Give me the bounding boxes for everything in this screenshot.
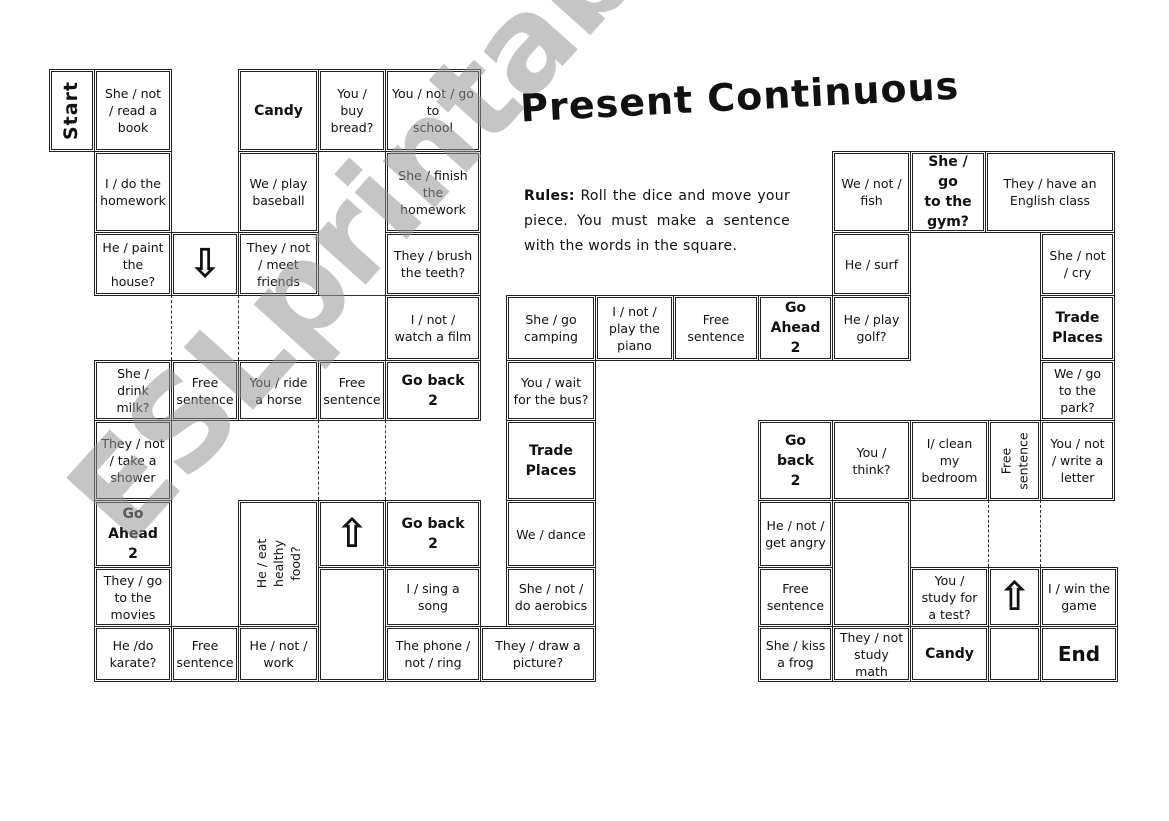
arrow-down-icon: ⇩ (171, 232, 239, 296)
square: I / not / watch a film (385, 295, 481, 361)
square-end: End (1040, 626, 1118, 682)
square: She / go to the gym? (910, 151, 986, 233)
connector-line (318, 420, 319, 500)
square: He / surf (832, 232, 911, 296)
connector-line (988, 500, 989, 567)
arrow-up-icon: ⇧ (318, 500, 386, 568)
square-label: Start (60, 80, 83, 141)
square: They / go to the movies (94, 567, 172, 627)
square: He / play golf? (832, 295, 911, 361)
square-empty (988, 626, 1041, 682)
square-free-sentence: Free sentence (673, 295, 759, 361)
connector-line (238, 295, 239, 360)
connector-line (171, 295, 172, 360)
square: You / ride a horse (238, 360, 319, 421)
square-go-back: Go back 2 (758, 420, 833, 501)
square: He / eat healthy food? (238, 500, 319, 627)
square: You / study for a test? (910, 567, 989, 627)
square-free-sentence: Free sentence (758, 567, 833, 627)
square-free-sentence: Free sentence (171, 360, 239, 421)
square-go-back: Go back 2 (385, 360, 481, 421)
square: We / go to the park? (1040, 360, 1115, 421)
square: The phone / not / ring (385, 626, 481, 682)
square: We / dance (506, 500, 596, 568)
square: You / wait for the bus? (506, 360, 596, 421)
square: They / not / take a shower (94, 420, 172, 501)
square: You / not / go to school (385, 69, 481, 152)
square: They / brush the teeth? (385, 232, 481, 296)
rules-label: Rules: (524, 188, 575, 204)
square: She / not / cry (1040, 232, 1115, 296)
square: They / have an English class (985, 151, 1115, 233)
square-trade-places: Trade Places (506, 420, 596, 501)
square: She / go camping (506, 295, 596, 361)
square: They / not study math (832, 626, 911, 682)
square: We / play baseball (238, 151, 319, 233)
square: He / not / get angry (758, 500, 833, 568)
connector-line (385, 420, 386, 500)
square: You / not / write a letter (1040, 420, 1115, 501)
square: You / think? (832, 420, 911, 501)
square: She / kiss a frog (758, 626, 833, 682)
square-go-ahead: Go Ahead 2 (94, 500, 172, 568)
square-free-sentence: Free sentence (988, 420, 1041, 501)
square: She / not / do aerobics (506, 567, 596, 627)
square-label: He / eat healthy food? (254, 538, 303, 589)
square: She / drink milk? (94, 360, 172, 421)
square-empty (832, 500, 911, 627)
square: They / draw a picture? (480, 626, 596, 682)
square: We / not / fish (832, 151, 911, 233)
square-go-ahead: Go Ahead 2 (758, 295, 833, 361)
square-empty (318, 567, 386, 682)
square: She / finish the homework (385, 151, 481, 233)
square-label: Free sentence (998, 431, 1031, 490)
square: She / not / read a book (94, 69, 172, 152)
square-go-back: Go back 2 (385, 500, 481, 568)
square: He / not / work (238, 626, 319, 682)
page-title: Present Continuous (519, 63, 961, 131)
square: I / not / play the piano (595, 295, 674, 361)
square: He /do karate? (94, 626, 172, 682)
arrow-up-icon: ⇧ (988, 567, 1041, 627)
connector-line (1040, 500, 1041, 567)
square: He / paint the house? (94, 232, 172, 296)
rules-text: Rules: Roll the dice and move your piece… (524, 184, 790, 259)
square-free-sentence: Free sentence (318, 360, 386, 421)
square-candy: Candy (910, 626, 989, 682)
square: They / not / meet friends (238, 232, 319, 296)
square-free-sentence: Free sentence (171, 626, 239, 682)
square: I / win the game (1040, 567, 1118, 627)
square-start: Start (49, 69, 95, 152)
square-candy: Candy (238, 69, 319, 152)
square: You / buy bread? (318, 69, 386, 152)
square: I/ clean my bedroom (910, 420, 989, 501)
square: I / sing a song (385, 567, 481, 627)
square: I / do the homework (94, 151, 172, 233)
square-trade-places: Trade Places (1040, 295, 1115, 361)
